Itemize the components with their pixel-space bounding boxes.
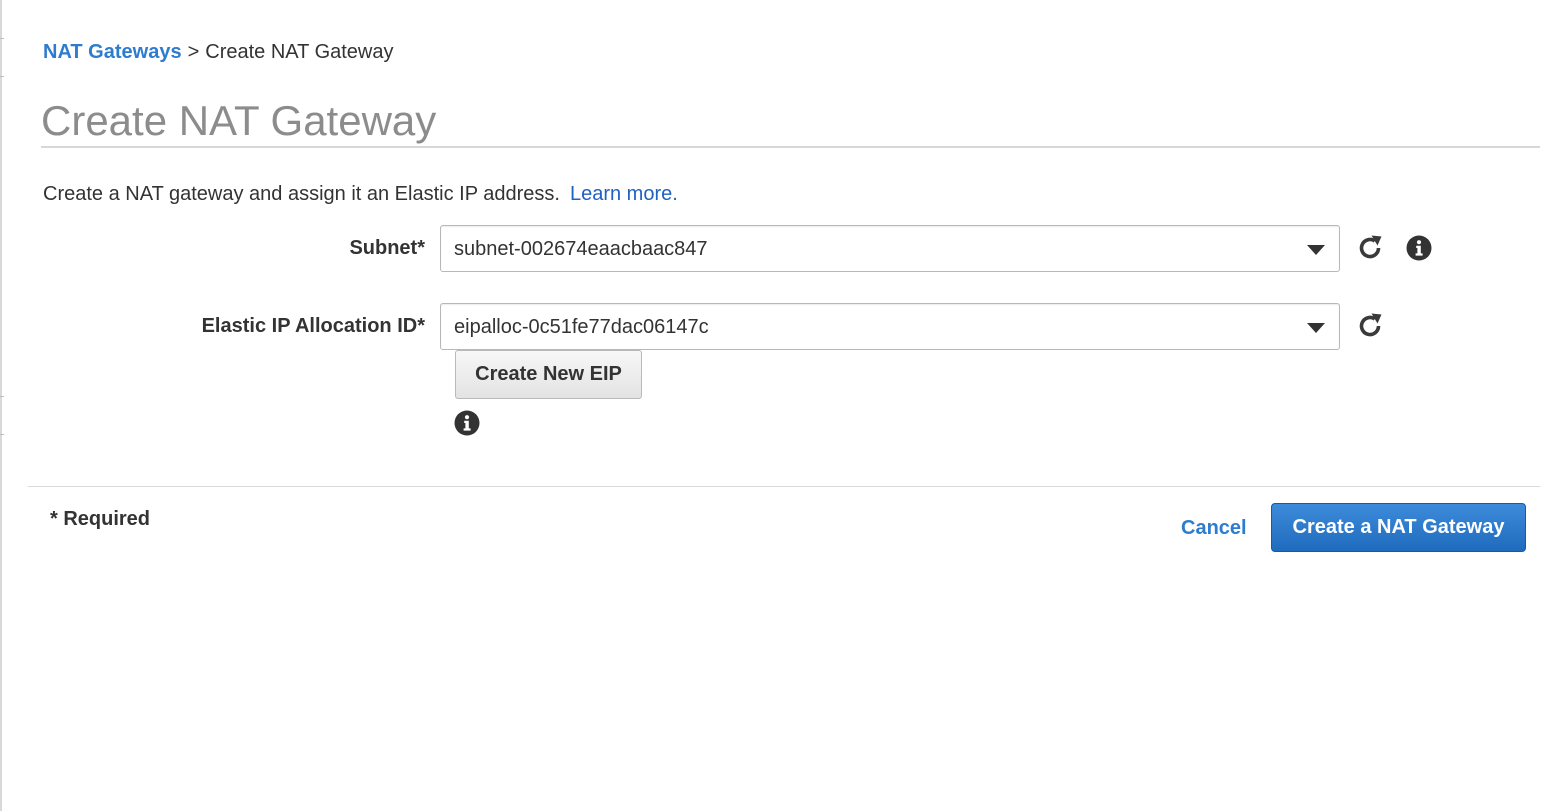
page-title: Create NAT Gateway bbox=[41, 97, 437, 144]
breadcrumb-current: Create NAT Gateway bbox=[205, 41, 394, 63]
subnet-select-value: subnet-002674eaacbaac847 bbox=[454, 238, 708, 260]
breadcrumb: NAT Gateways > Create NAT Gateway bbox=[43, 40, 394, 64]
eip-label: Elastic IP Allocation ID* bbox=[201, 315, 425, 337]
chevron-down-icon bbox=[1307, 323, 1325, 333]
title-divider bbox=[41, 146, 1540, 148]
eip-select-value: eipalloc-0c51fe77dac06147c bbox=[454, 316, 709, 338]
window-edge-tick bbox=[0, 38, 4, 39]
breadcrumb-separator: > bbox=[187, 41, 200, 63]
subnet-refresh-icon[interactable] bbox=[1355, 233, 1385, 263]
window-edge bbox=[0, 0, 2, 811]
window-edge-tick bbox=[0, 76, 4, 77]
intro-text: Create a NAT gateway and assign it an El… bbox=[43, 182, 678, 206]
subnet-select[interactable]: subnet-002674eaacbaac847 bbox=[440, 225, 1340, 272]
refresh-icon bbox=[1359, 313, 1382, 337]
create-nat-gateway-button[interactable]: Create a NAT Gateway bbox=[1271, 503, 1526, 552]
intro-description: Create a NAT gateway and assign it an El… bbox=[43, 183, 560, 205]
required-note: * Required bbox=[50, 508, 151, 530]
refresh-icon bbox=[1359, 235, 1382, 259]
info-icon bbox=[454, 410, 480, 436]
info-icon bbox=[1406, 235, 1432, 261]
footer-divider bbox=[28, 486, 1540, 487]
create-new-eip-button[interactable]: Create New EIP bbox=[455, 350, 642, 399]
cancel-button[interactable]: Cancel bbox=[1181, 516, 1247, 540]
eip-select[interactable]: eipalloc-0c51fe77dac06147c bbox=[440, 303, 1340, 350]
learn-more-link[interactable]: Learn more. bbox=[570, 183, 678, 205]
chevron-down-icon bbox=[1307, 245, 1325, 255]
breadcrumb-nat-gateways-link[interactable]: NAT Gateways bbox=[43, 41, 182, 63]
window-edge-tick bbox=[0, 434, 4, 435]
subnet-label: Subnet* bbox=[349, 237, 425, 259]
eip-refresh-icon[interactable] bbox=[1355, 311, 1385, 341]
window-edge-tick bbox=[0, 396, 4, 397]
eip-info-icon[interactable] bbox=[454, 410, 480, 436]
subnet-info-icon[interactable] bbox=[1406, 235, 1432, 261]
